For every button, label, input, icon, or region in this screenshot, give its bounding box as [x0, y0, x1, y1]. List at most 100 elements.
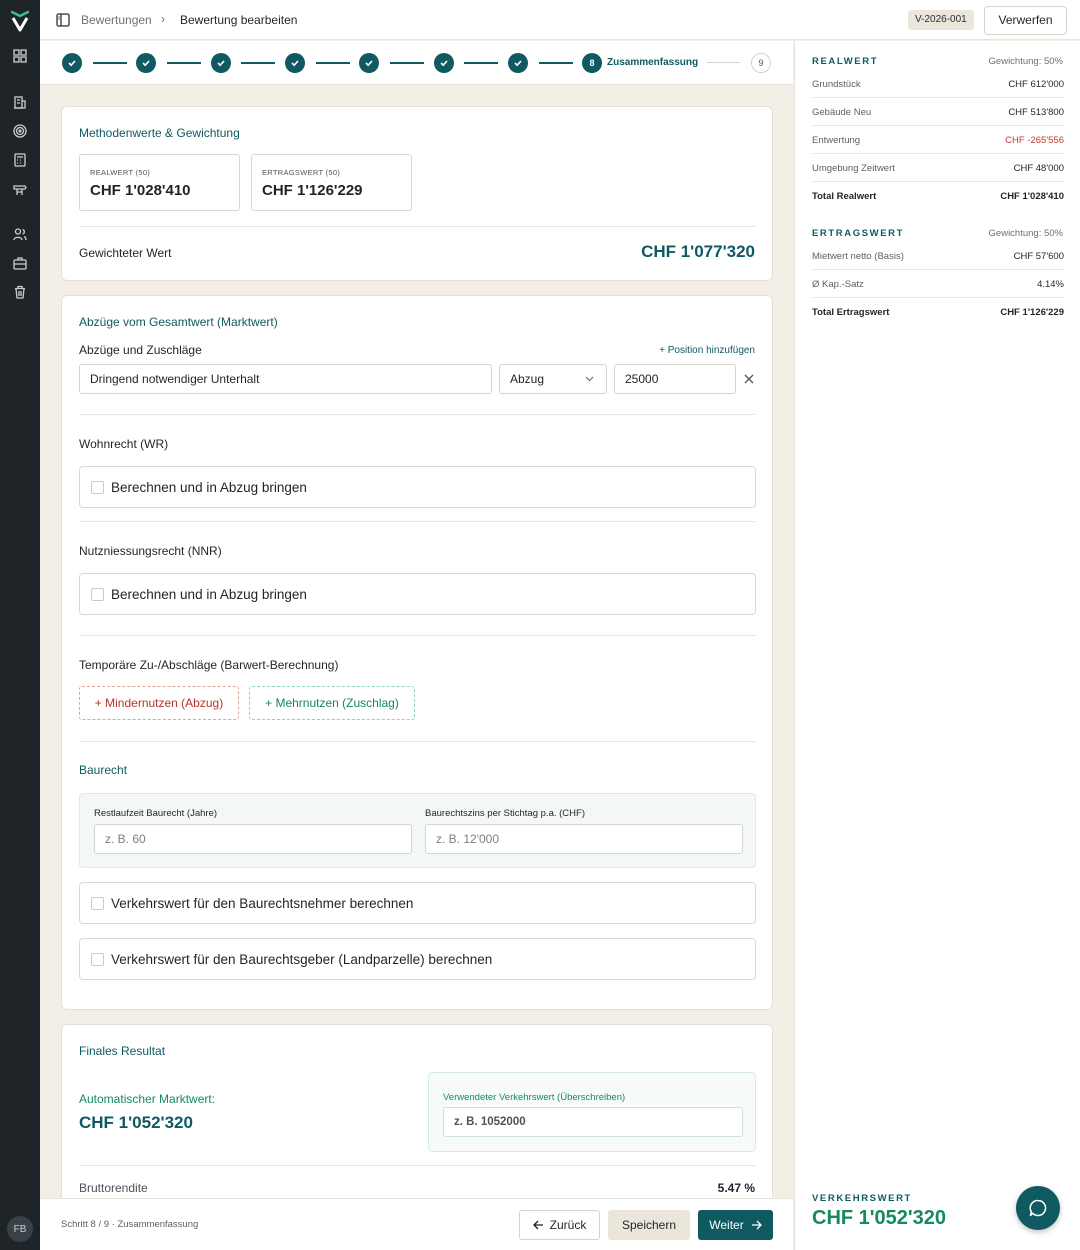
baurechtsnehmer-checkbox-row[interactable]: Verkehrswert für den Baurechtsnehmer ber…	[79, 882, 756, 924]
step-5-complete[interactable]	[359, 53, 379, 73]
override-value-input[interactable]: z. B. 1052000	[443, 1107, 743, 1137]
step-1-complete[interactable]	[62, 53, 82, 73]
dashboard-icon[interactable]	[12, 48, 28, 64]
row-label: Grundstück	[812, 79, 861, 90]
total-value: CHF 1'126'229	[1000, 307, 1064, 318]
final-result-card: Finales Resultat Automatischer Marktwert…	[61, 1024, 773, 1224]
step-connector	[167, 62, 201, 64]
total-label: Total Realwert	[812, 191, 877, 202]
weighted-value-label: Gewichteter Wert	[79, 246, 172, 260]
step-8-label: Zusammenfassung	[607, 57, 699, 68]
deduction-type-value: Abzug	[510, 372, 545, 386]
back-button-label: Zurück	[549, 1218, 587, 1232]
baurechtsgeber-checkbox-label[interactable]: Verkehrswert für den Baurechtsgeber (Lan…	[111, 952, 492, 967]
step-6-complete[interactable]	[434, 53, 454, 73]
step-connector	[464, 62, 498, 64]
valuation-id-badge: V-2026-001	[908, 10, 974, 30]
step-connector-pending	[707, 62, 740, 63]
baurechtsnehmer-checkbox-label[interactable]: Verkehrswert für den Baurechtsnehmer ber…	[111, 896, 413, 911]
baurechtsgeber-checkbox[interactable]	[91, 953, 104, 966]
next-button-label: Weiter	[709, 1218, 744, 1232]
divider	[79, 741, 756, 742]
breadcrumb-current: Bewertung bearbeiten	[180, 13, 298, 27]
row-label: Gebäude Neu	[812, 107, 872, 118]
ertragswert-total-row: Total Ertragswert CHF 1'126'229	[812, 298, 1064, 326]
divider	[79, 1165, 756, 1166]
briefcase-icon[interactable]	[12, 255, 28, 271]
override-panel: Verwendeter Verkehrswert (Überschreiben)…	[428, 1072, 756, 1152]
discard-button[interactable]: Verwerfen	[984, 6, 1067, 35]
user-avatar[interactable]: FB	[7, 1216, 33, 1242]
step-3-complete[interactable]	[211, 53, 231, 73]
row-value: CHF 48'000	[1013, 163, 1064, 174]
wohnrecht-label: Wohnrecht (WR)	[79, 437, 169, 451]
next-button[interactable]: Weiter	[698, 1210, 773, 1240]
chat-bubble-icon	[1029, 1199, 1047, 1217]
save-button[interactable]: Speichern	[608, 1210, 690, 1240]
nnr-checkbox-row[interactable]: Berechnen und in Abzug bringen	[79, 573, 756, 615]
add-mindernutzen-button[interactable]: + Mindernutzen (Abzug)	[79, 686, 239, 720]
chevron-down-icon	[585, 376, 594, 382]
target-icon[interactable]	[12, 123, 28, 139]
back-button[interactable]: Zurück	[519, 1210, 600, 1240]
realwert-row: Gebäude Neu CHF 513'800	[812, 98, 1064, 126]
row-value: CHF -265'556	[1005, 135, 1064, 146]
restlaufzeit-input[interactable]: z. B. 60	[94, 824, 412, 854]
override-label: Verwendeter Verkehrswert (Überschreiben)	[443, 1092, 626, 1103]
add-mehrnutzen-button[interactable]: + Mehrnutzen (Zuschlag)	[249, 686, 415, 720]
wohnrecht-checkbox-row[interactable]: Berechnen und in Abzug bringen	[79, 466, 756, 508]
auto-market-value-label: Automatischer Marktwert:	[79, 1092, 216, 1106]
baurecht-panel: Restlaufzeit Baurecht (Jahre) z. B. 60 B…	[79, 793, 756, 868]
deduction-amount-input[interactable]: 25000	[614, 364, 736, 394]
trash-icon[interactable]	[12, 284, 28, 300]
step-7-complete[interactable]	[508, 53, 528, 73]
realwert-value: CHF 1'028'410	[90, 182, 191, 199]
realwert-row: Umgebung Zeitwert CHF 48'000	[812, 154, 1064, 182]
users-icon[interactable]	[12, 226, 28, 242]
wohnrecht-checkbox[interactable]	[91, 481, 104, 494]
deduction-type-select[interactable]: Abzug	[499, 364, 607, 394]
divider	[79, 414, 756, 415]
ertragswert-row: Mietwert netto (Basis) CHF 57'600	[812, 242, 1064, 270]
verkehrswert-value: CHF 1'052'320	[812, 1207, 947, 1229]
breadcrumb-bewertungen[interactable]: Bewertungen	[81, 13, 152, 27]
check-icon	[440, 60, 448, 67]
building-icon[interactable]	[12, 94, 28, 110]
methods-card: Methodenwerte & Gewichtung REALWERT (50)…	[61, 106, 773, 281]
realwert-weight: Gewichtung: 50%	[988, 56, 1063, 67]
step-2-complete[interactable]	[136, 53, 156, 73]
remove-position-icon[interactable]	[743, 373, 755, 385]
deduction-description-input[interactable]: Dringend notwendiger Unterhalt	[79, 364, 492, 394]
bruttorendite-value: 5.47 %	[717, 1181, 755, 1195]
ertragswert-row: Ø Kap.-Satz 4.14%	[812, 270, 1064, 298]
nnr-checkbox[interactable]	[91, 588, 104, 601]
app-logo[interactable]	[10, 10, 30, 32]
step-9-pending[interactable]: 9	[751, 53, 771, 73]
restlaufzeit-label: Restlaufzeit Baurecht (Jahre)	[94, 808, 218, 819]
step-connector	[241, 62, 275, 64]
baurechtszins-input[interactable]: z. B. 12'000	[425, 824, 743, 854]
ertragswert-heading: ERTRAGSWERT	[812, 228, 905, 239]
baurechtsnehmer-checkbox[interactable]	[91, 897, 104, 910]
add-position-link[interactable]: + Position hinzufügen	[659, 345, 755, 356]
chat-button[interactable]	[1016, 1186, 1060, 1230]
calculator-icon[interactable]	[12, 152, 28, 168]
check-icon	[217, 60, 225, 67]
breadcrumb-separator-icon: ›	[161, 12, 165, 26]
arrow-right-icon	[751, 1220, 762, 1230]
divider	[79, 635, 756, 636]
total-value: CHF 1'028'410	[1000, 191, 1064, 202]
arrow-left-icon	[532, 1220, 543, 1230]
check-icon	[365, 60, 373, 67]
step-8-current[interactable]: 8	[582, 53, 602, 73]
divider	[79, 226, 756, 227]
sidebar-toggle-icon[interactable]	[56, 13, 70, 27]
signpost-icon[interactable]	[12, 181, 28, 197]
final-title: Finales Resultat	[79, 1044, 166, 1058]
wohnrecht-checkbox-label[interactable]: Berechnen und in Abzug bringen	[111, 480, 307, 495]
baurechtszins-label: Baurechtszins per Stichtag p.a. (CHF)	[425, 808, 585, 819]
row-label: Mietwert netto (Basis)	[812, 251, 904, 262]
baurechtsgeber-checkbox-row[interactable]: Verkehrswert für den Baurechtsgeber (Lan…	[79, 938, 756, 980]
nnr-checkbox-label[interactable]: Berechnen und in Abzug bringen	[111, 587, 307, 602]
step-4-complete[interactable]	[285, 53, 305, 73]
